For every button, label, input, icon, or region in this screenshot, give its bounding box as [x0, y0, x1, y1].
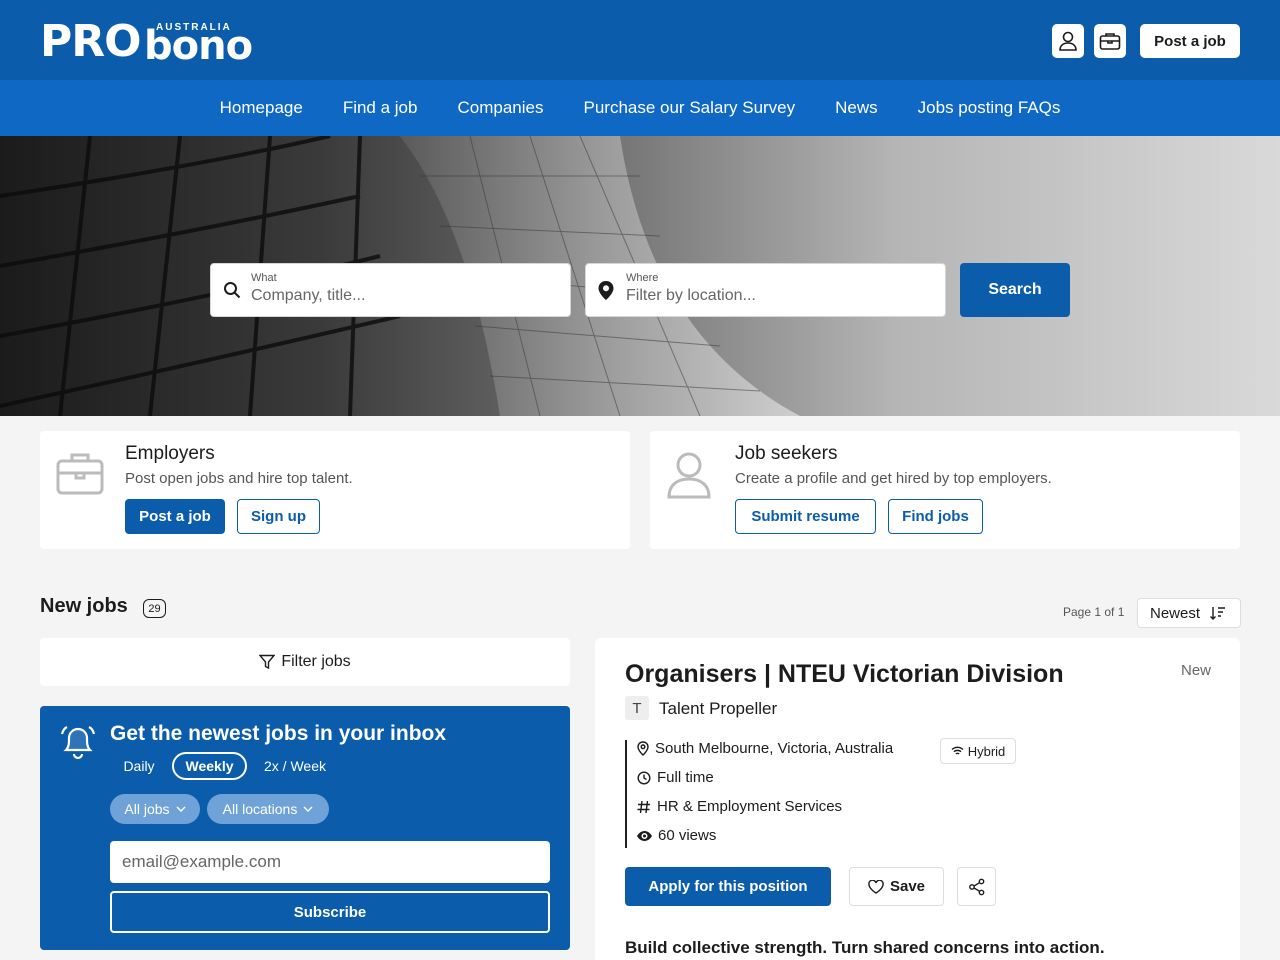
sort-icon	[1210, 607, 1226, 620]
save-button[interactable]: Save	[849, 867, 944, 906]
job-views: 60 views	[637, 827, 716, 844]
company-avatar: T	[625, 696, 649, 720]
wifi-icon	[951, 746, 964, 755]
nav-news[interactable]: News	[835, 98, 878, 118]
hero-banner: What Company, title... Where Filter by l…	[0, 136, 1280, 416]
frequency-daily[interactable]: Daily	[116, 752, 162, 780]
job-seekers-desc: Create a profile and get hired by top em…	[735, 470, 1052, 487]
account-button[interactable]	[1052, 24, 1084, 58]
job-title: Organisers | NTEU Victorian Division	[625, 660, 1064, 688]
all-jobs-label: All jobs	[124, 801, 170, 817]
where-input[interactable]: Filter by location...	[626, 287, 756, 305]
nav-salary-survey[interactable]: Purchase our Salary Survey	[583, 98, 795, 118]
sort-label: Newest	[1150, 604, 1201, 622]
logo-pro-text: PRO	[40, 16, 142, 67]
company-name[interactable]: Talent Propeller	[659, 699, 777, 719]
employers-card: Employers Post open jobs and hire top ta…	[40, 431, 630, 549]
where-label: Where	[626, 272, 659, 284]
job-alert-title: Get the newest jobs in your inbox	[110, 722, 447, 745]
user-icon	[667, 452, 711, 499]
meta-divider	[625, 740, 627, 848]
search-icon	[224, 282, 241, 299]
share-button[interactable]	[957, 867, 996, 906]
email-input[interactable]: email@example.com	[110, 841, 550, 883]
where-field[interactable]: Where Filter by location...	[585, 263, 946, 317]
what-input[interactable]: Company, title...	[251, 287, 365, 305]
save-label: Save	[889, 878, 926, 895]
filter-jobs-button[interactable]: Filter jobs	[40, 638, 570, 686]
sort-dropdown[interactable]: Newest	[1137, 598, 1241, 628]
nav-homepage[interactable]: Homepage	[220, 98, 303, 118]
hash-icon	[637, 800, 650, 813]
new-badge: New	[1181, 662, 1212, 679]
job-tagline: Build collective strength. Turn shared c…	[625, 938, 1105, 957]
all-locations-label: All locations	[222, 801, 298, 817]
employers-desc: Post open jobs and hire top talent.	[125, 470, 353, 487]
chevron-down-icon	[303, 806, 313, 812]
post-job-header-button[interactable]: Post a job	[1140, 24, 1240, 58]
nav-find-job[interactable]: Find a job	[343, 98, 418, 118]
briefcase-icon	[56, 453, 104, 495]
location-pin-icon	[637, 741, 649, 756]
sign-up-button[interactable]: Sign up	[237, 499, 320, 534]
job-category-text: HR & Employment Services	[657, 798, 843, 815]
site-logo[interactable]: PRO AUSTRALIA bono	[40, 16, 253, 69]
job-views-text: 60 views	[658, 827, 717, 844]
job-seekers-title: Job seekers	[735, 443, 838, 464]
frequency-twice-weekly[interactable]: 2x / Week	[258, 752, 332, 780]
clock-icon	[637, 770, 651, 785]
job-detail-panel: Organisers | NTEU Victorian Division New…	[595, 638, 1240, 960]
all-locations-dropdown[interactable]: All locations	[207, 794, 329, 824]
what-label: What	[251, 272, 277, 284]
find-jobs-button[interactable]: Find jobs	[888, 499, 983, 534]
job-category: HR & Employment Services	[637, 798, 842, 815]
briefcase-icon	[1099, 33, 1121, 50]
top-header: PRO AUSTRALIA bono Post a job	[0, 0, 1280, 80]
post-job-button[interactable]: Post a job	[125, 499, 225, 534]
bell-icon	[60, 726, 96, 760]
subscribe-button[interactable]: Subscribe	[110, 891, 550, 933]
logo-bono-text: bono	[144, 23, 253, 69]
work-mode-text: Hybrid	[967, 743, 1006, 759]
filter-icon	[259, 654, 276, 670]
share-icon	[968, 878, 984, 895]
submit-resume-button[interactable]: Submit resume	[735, 499, 876, 534]
chevron-down-icon	[176, 806, 186, 812]
job-type: Full time	[637, 769, 714, 786]
location-pin-icon	[598, 281, 614, 300]
page-info: Page 1 of 1	[1063, 605, 1125, 619]
job-location: South Melbourne, Victoria, Australia	[637, 740, 893, 757]
user-icon	[1059, 31, 1077, 51]
employers-title: Employers	[125, 443, 215, 464]
new-jobs-heading: New jobs	[40, 595, 128, 617]
all-jobs-dropdown[interactable]: All jobs	[110, 794, 200, 824]
search-button[interactable]: Search	[960, 263, 1070, 317]
nav-companies[interactable]: Companies	[457, 98, 543, 118]
job-alert-box: Get the newest jobs in your inbox Daily …	[40, 706, 570, 950]
frequency-weekly[interactable]: Weekly	[172, 752, 247, 780]
main-nav: Homepage Find a job Companies Purchase o…	[0, 80, 1280, 136]
jobs-count-badge: 29	[143, 599, 166, 618]
apply-button[interactable]: Apply for this position	[625, 867, 831, 906]
employer-button[interactable]	[1094, 24, 1126, 58]
job-type-text: Full time	[657, 769, 714, 786]
eye-icon	[637, 830, 652, 841]
job-location-text: South Melbourne, Victoria, Australia	[655, 740, 894, 757]
filter-jobs-label: Filter jobs	[281, 653, 351, 670]
what-field[interactable]: What Company, title...	[210, 263, 571, 317]
work-mode-badge: Hybrid	[940, 738, 1016, 764]
nav-faqs[interactable]: Jobs posting FAQs	[918, 98, 1061, 118]
heart-icon	[868, 879, 884, 894]
job-seekers-card: Job seekers Create a profile and get hir…	[650, 431, 1240, 549]
